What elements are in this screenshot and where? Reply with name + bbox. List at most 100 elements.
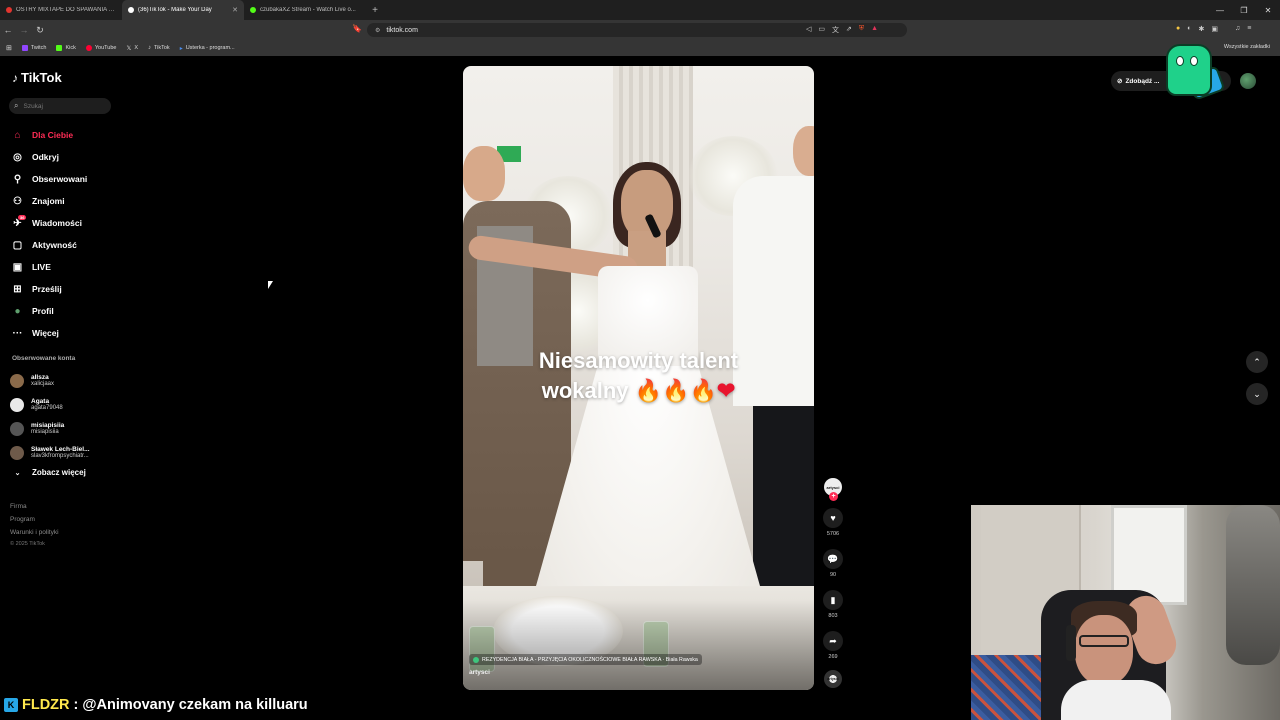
- bookmark-item[interactable]: ▸ Usterka - program...: [180, 45, 235, 52]
- bookmark-item[interactable]: ♪ TikTok: [148, 45, 170, 51]
- all-bookmarks[interactable]: Wszystkie zakładki: [1224, 44, 1270, 50]
- avatar: [10, 398, 24, 412]
- youtube-icon: [85, 45, 92, 51]
- video-author[interactable]: artysci: [469, 669, 490, 676]
- follow-plus-icon[interactable]: +: [829, 492, 838, 501]
- sidebar-item-label: Odkryj: [32, 152, 59, 162]
- browser-tab[interactable]: OSTRY MIXTAPE DO SPAWANIA POC...: [0, 0, 122, 20]
- save-button[interactable]: ▮ 803: [823, 590, 843, 619]
- site-info-icon[interactable]: ⚙: [375, 27, 380, 34]
- bookmark-item[interactable]: Kick: [56, 45, 76, 51]
- puzzle-icon[interactable]: ✱: [1198, 25, 1204, 33]
- music-icon[interactable]: ♫: [1235, 25, 1240, 33]
- like-button[interactable]: ♥ 5706: [823, 508, 843, 537]
- tab-label: (36)TikTok - Make Your Day: [138, 7, 212, 13]
- like-count: 5706: [826, 531, 840, 537]
- compass-icon: ◎: [13, 151, 22, 163]
- followed-accounts-list: allsza xalicjaax Agata agata79048 misiapis…: [10, 369, 120, 465]
- url-text: tiktok.com: [386, 26, 418, 34]
- extension-icon[interactable]: ◐: [1187, 25, 1191, 33]
- youtube-favicon-icon: [6, 7, 12, 13]
- comment-icon: 💬: [823, 549, 843, 569]
- bookmark-item[interactable]: YouTube: [85, 45, 116, 51]
- creator-avatar[interactable]: artysci +: [824, 478, 842, 501]
- translate-icon[interactable]: 文: [832, 25, 839, 35]
- sidebar-item-label: Aktywność: [32, 240, 77, 250]
- brave-shield-icon[interactable]: ⛨: [859, 25, 864, 35]
- account-name: Sławek Lech-Biel...: [31, 446, 90, 453]
- sidebar-menu: ⌂ Dla Ciebie ◎ Odkryj ⚲ Obserwowani ⚇ Zn…: [11, 124, 121, 344]
- logo-text: TikTok: [21, 70, 62, 85]
- usterka-icon: ▸: [179, 45, 183, 52]
- minimize-icon[interactable]: —: [1208, 0, 1232, 20]
- comment-button[interactable]: 💬 90: [823, 549, 843, 578]
- sidebar-item-znajomi[interactable]: ⚇ Znajomi: [11, 190, 121, 212]
- sidebar-item-przeslij[interactable]: ⊞ Prześlij: [11, 278, 121, 300]
- profile-icon: ●: [14, 305, 21, 317]
- sidebar-item-aktywnosc[interactable]: ▢ Aktywność: [11, 234, 121, 256]
- music-disc-label: artysci: [827, 677, 839, 681]
- sidebar-item-label: Znajomi: [32, 196, 65, 206]
- close-window-icon[interactable]: ✕: [1256, 0, 1280, 20]
- sidebar-item-live[interactable]: ▣ LIVE: [11, 256, 121, 278]
- location-tag[interactable]: REZYDENCJA BIAŁA - PRZYJĘCIA OKOLICZNOŚC…: [469, 654, 702, 665]
- reload-icon[interactable]: ↻: [32, 25, 48, 36]
- bookmarks-bar: ⊞ Twitch Kick YouTube 𝕏X ♪ TikTok ▸ Usterk…: [0, 40, 1280, 56]
- footer-link-terms[interactable]: Warunki i polityki: [10, 526, 59, 539]
- new-tab-button[interactable]: +: [366, 0, 384, 20]
- followed-account[interactable]: misiapisiia misiapisiia: [10, 417, 120, 441]
- sidebar-item-wiecej[interactable]: ··· Więcej: [11, 322, 121, 344]
- sidebar-item-dla-ciebie[interactable]: ⌂ Dla Ciebie: [11, 124, 121, 146]
- sidebar-item-label: Prześlij: [32, 284, 62, 294]
- followed-account[interactable]: Agata agata79048: [10, 393, 120, 417]
- save-count: 803: [828, 613, 838, 619]
- tiktok-logo[interactable]: ♪ TikTok: [12, 70, 62, 85]
- sidebar-item-profil[interactable]: ● Profil: [11, 300, 121, 322]
- menu-icon[interactable]: ≡: [1247, 25, 1251, 33]
- footer-link-program[interactable]: Program: [10, 513, 59, 526]
- previous-video-button[interactable]: ⌃: [1246, 351, 1268, 373]
- search-placeholder: Szukaj: [23, 102, 43, 110]
- search-input[interactable]: ⌕ Szukaj: [9, 98, 111, 114]
- sidebar-item-obserwowani[interactable]: ⚲ Obserwowani: [11, 168, 121, 190]
- see-more-button[interactable]: ⌄ Zobacz więcej: [11, 468, 86, 477]
- x-icon: 𝕏: [126, 45, 132, 52]
- cast-icon[interactable]: ▭: [818, 25, 825, 35]
- tab-close-icon[interactable]: ✕: [232, 6, 238, 14]
- copyright: © 2025 TikTok: [10, 541, 45, 547]
- sidebar-icon[interactable]: ▣: [1211, 25, 1218, 33]
- friends-icon: ⚇: [13, 195, 22, 207]
- sidebar-item-odkryj[interactable]: ◎ Odkryj: [11, 146, 121, 168]
- bookmark-item[interactable]: 𝕏X: [126, 45, 138, 52]
- comment-count: 90: [829, 572, 837, 578]
- bookmark-item[interactable]: Twitch: [21, 45, 46, 51]
- followed-account[interactable]: Sławek Lech-Biel... slav3kfrompsychiatr..…: [10, 441, 120, 465]
- sidebar-item-wiadomosci[interactable]: ✈ 36 Wiadomości: [11, 212, 121, 234]
- user-avatar[interactable]: [1240, 73, 1256, 89]
- get-app-icon: ⊘: [1117, 78, 1123, 85]
- search-icon: ⌕: [14, 101, 19, 110]
- sidebar-item-label: Obserwowani: [32, 174, 88, 184]
- apps-icon[interactable]: ⊞: [6, 44, 12, 52]
- next-video-button[interactable]: ⌄: [1246, 383, 1268, 405]
- share-button[interactable]: ➦ 269: [823, 631, 843, 660]
- share-icon[interactable]: ⇗: [846, 25, 852, 35]
- browser-tab[interactable]: czubakaXZ Stream - Watch Live o...: [244, 0, 366, 20]
- brave-rewards-icon[interactable]: ▲: [871, 25, 878, 35]
- live-icon: ▣: [12, 261, 23, 273]
- followed-account[interactable]: allsza xalicjaax: [10, 369, 120, 393]
- get-app-label: Zdobądź ...: [1125, 77, 1160, 85]
- media-icon[interactable]: ◁: [806, 25, 811, 35]
- account-handle: agata79048: [31, 405, 63, 411]
- account-handle: misiapisiia: [31, 429, 59, 435]
- music-disc[interactable]: artysci: [824, 670, 842, 688]
- back-icon[interactable]: ←: [0, 25, 16, 35]
- browser-tab-active[interactable]: (36)TikTok - Make Your Day ✕: [122, 0, 244, 20]
- messages-badge: 36: [18, 215, 27, 220]
- bookmark-icon[interactable]: 🔖: [352, 24, 362, 33]
- restore-icon[interactable]: ❐: [1232, 0, 1256, 20]
- extension-icon[interactable]: ●: [1176, 25, 1180, 33]
- footer-link-firma[interactable]: Firma: [10, 500, 59, 513]
- forward-icon[interactable]: →: [16, 25, 32, 35]
- sidebar-item-label: LIVE: [32, 262, 51, 272]
